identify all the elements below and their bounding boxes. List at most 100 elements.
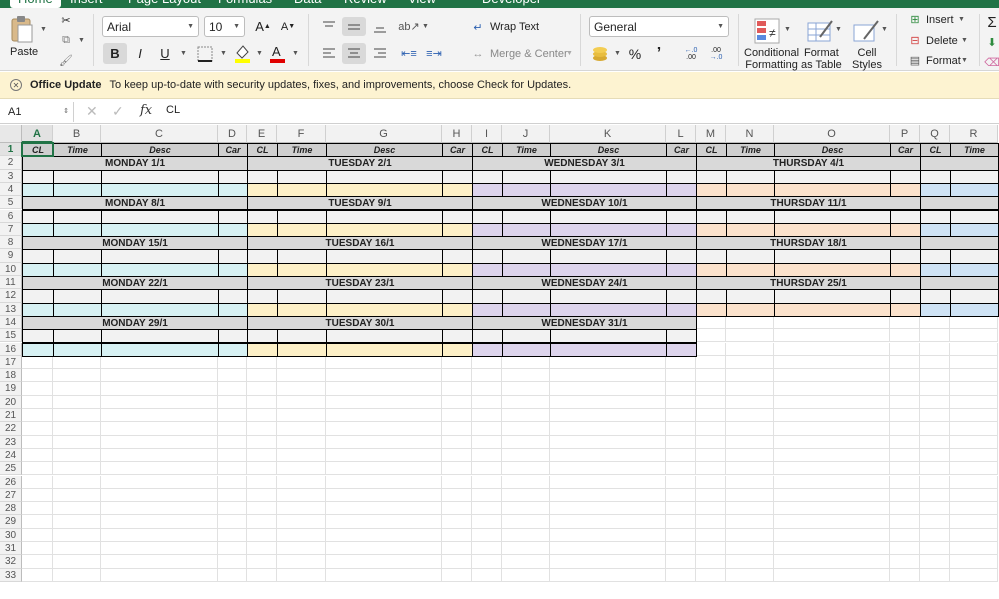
cell[interactable] xyxy=(326,369,442,383)
day-title-cell[interactable]: THURSDAY 11/1 xyxy=(696,196,921,211)
row-header-18[interactable]: 18 xyxy=(0,369,22,383)
entry-cell[interactable] xyxy=(22,289,54,304)
column-header-b[interactable]: B xyxy=(53,125,101,143)
cell[interactable] xyxy=(890,555,920,569)
cell[interactable] xyxy=(218,369,247,383)
cell[interactable] xyxy=(920,475,950,489)
cell[interactable] xyxy=(920,329,950,343)
cell[interactable] xyxy=(666,395,696,409)
cell[interactable] xyxy=(442,448,472,463)
cell[interactable] xyxy=(442,542,472,556)
cell[interactable] xyxy=(472,528,502,542)
cell[interactable] xyxy=(502,422,550,436)
entry-cell[interactable] xyxy=(326,329,443,344)
cell[interactable] xyxy=(950,422,998,436)
entry-cell[interactable] xyxy=(890,182,921,198)
entry-cell[interactable] xyxy=(950,209,999,224)
header-cell[interactable]: Time xyxy=(53,143,102,158)
cell[interactable] xyxy=(696,542,726,556)
cell[interactable] xyxy=(277,568,326,582)
cell[interactable] xyxy=(472,435,502,449)
entry-cell[interactable] xyxy=(726,222,775,238)
cell[interactable] xyxy=(726,329,774,343)
entry-cell[interactable] xyxy=(950,262,999,277)
cell[interactable] xyxy=(774,475,890,489)
cell[interactable] xyxy=(218,542,247,556)
entry-cell[interactable] xyxy=(920,249,951,264)
entry-cell[interactable] xyxy=(666,182,697,198)
fill-icon[interactable]: ⬇ xyxy=(985,34,999,50)
cell[interactable] xyxy=(22,488,53,503)
cell[interactable] xyxy=(247,488,277,503)
cell[interactable] xyxy=(726,382,774,396)
cell[interactable] xyxy=(774,462,890,476)
cell[interactable] xyxy=(774,435,890,449)
cell[interactable] xyxy=(472,568,502,582)
cell[interactable] xyxy=(774,515,890,529)
cell[interactable] xyxy=(442,502,472,516)
day-title-cell[interactable]: TUESDAY 23/1 xyxy=(247,276,473,291)
cell[interactable] xyxy=(247,409,277,423)
row-header-21[interactable]: 21 xyxy=(0,409,22,423)
entry-cell[interactable] xyxy=(218,249,248,264)
cell[interactable] xyxy=(326,555,442,569)
cell[interactable] xyxy=(442,409,472,423)
entry-cell[interactable] xyxy=(774,169,891,184)
cell[interactable] xyxy=(472,555,502,569)
copy-icon[interactable]: ⧉ xyxy=(58,32,74,48)
cell[interactable] xyxy=(726,555,774,569)
day-title-cell[interactable]: WEDNESDAY 10/1 xyxy=(472,196,697,211)
cell[interactable] xyxy=(696,568,726,582)
cell[interactable] xyxy=(326,515,442,529)
entry-cell[interactable] xyxy=(696,222,727,238)
cell[interactable] xyxy=(696,409,726,423)
cell[interactable] xyxy=(218,528,247,542)
row-header-8[interactable]: 8 xyxy=(0,236,22,250)
paste-icon[interactable] xyxy=(8,14,36,46)
entry-cell[interactable] xyxy=(326,249,443,264)
entry-cell[interactable] xyxy=(101,262,219,277)
percent-style-button[interactable]: % xyxy=(624,43,646,64)
entry-cell[interactable] xyxy=(726,182,775,198)
entry-cell[interactable] xyxy=(550,329,667,344)
day-title-cell[interactable]: THURSDAY 18/1 xyxy=(696,236,921,251)
cell[interactable] xyxy=(472,382,502,396)
cell[interactable] xyxy=(550,488,666,503)
cell[interactable] xyxy=(890,409,920,423)
entry-cell[interactable] xyxy=(472,329,503,344)
cell[interactable] xyxy=(472,462,502,476)
entry-cell[interactable] xyxy=(502,222,551,238)
entry-cell[interactable] xyxy=(920,182,951,198)
cell[interactable] xyxy=(101,369,218,383)
cell[interactable] xyxy=(950,382,998,396)
cell[interactable] xyxy=(920,395,950,409)
header-cell[interactable]: Time xyxy=(726,143,775,158)
entry-cell[interactable] xyxy=(247,249,278,264)
format-as-table-icon[interactable] xyxy=(805,16,835,46)
entry-cell[interactable] xyxy=(502,342,551,357)
cell[interactable] xyxy=(101,448,218,463)
cell[interactable] xyxy=(550,435,666,449)
cell[interactable] xyxy=(247,462,277,476)
insert-dropdown-icon[interactable]: ▼ xyxy=(958,16,965,23)
cell[interactable] xyxy=(277,422,326,436)
cell[interactable] xyxy=(696,342,726,356)
cell[interactable] xyxy=(950,475,998,489)
cell[interactable] xyxy=(890,568,920,582)
entry-cell[interactable] xyxy=(890,209,921,224)
cell[interactable] xyxy=(247,515,277,529)
cell[interactable] xyxy=(53,395,101,409)
cell[interactable] xyxy=(218,555,247,569)
align-bottom-icon[interactable] xyxy=(369,17,391,36)
cell[interactable] xyxy=(218,409,247,423)
cell[interactable] xyxy=(442,369,472,383)
day-title-cell[interactable]: WEDNESDAY 24/1 xyxy=(472,276,697,291)
entry-cell[interactable] xyxy=(696,209,727,224)
cell[interactable] xyxy=(472,502,502,516)
cell[interactable] xyxy=(774,528,890,542)
comma-style-button[interactable]: ’ xyxy=(648,43,670,64)
cell[interactable] xyxy=(218,488,247,503)
cell[interactable] xyxy=(277,555,326,569)
cell[interactable] xyxy=(550,382,666,396)
select-all-corner[interactable] xyxy=(0,125,22,143)
